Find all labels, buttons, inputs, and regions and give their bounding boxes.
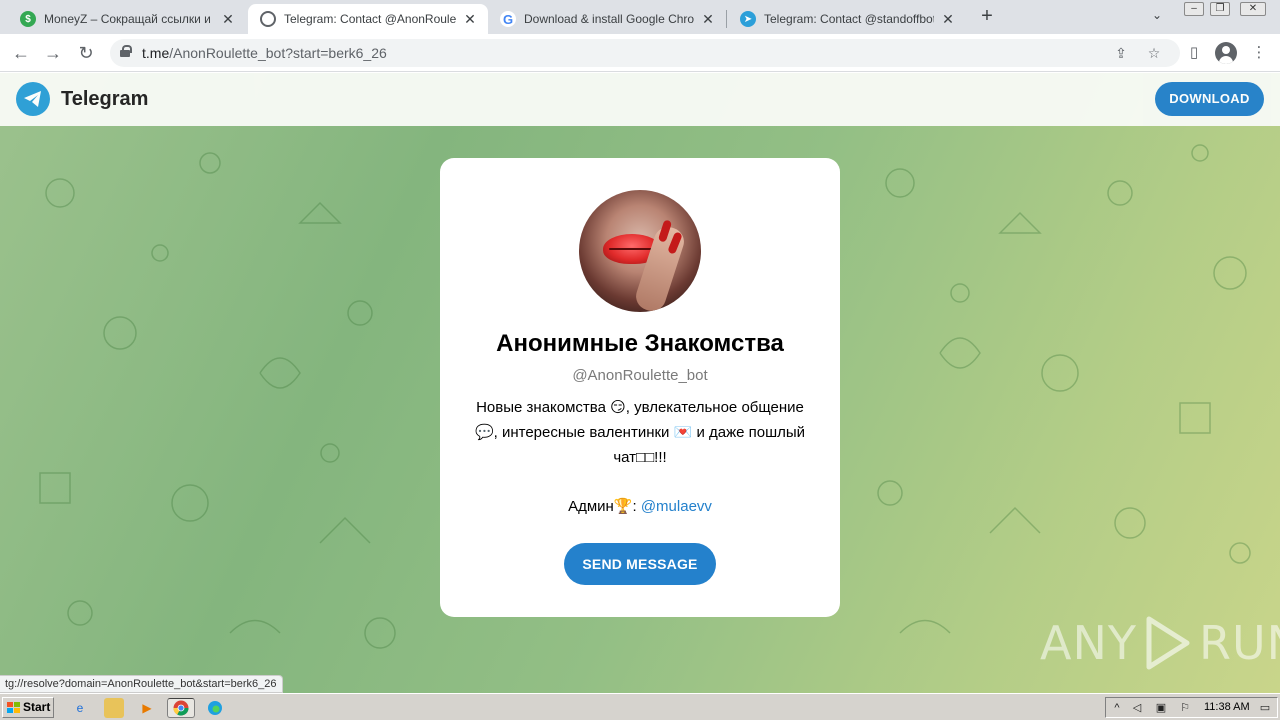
- network-icon[interactable]: ▣: [1154, 701, 1168, 715]
- lock-icon[interactable]: [120, 45, 132, 57]
- side-panel-icon[interactable]: ▯: [1183, 42, 1205, 64]
- bot-avatar: [579, 190, 701, 312]
- close-icon[interactable]: ✕: [462, 11, 478, 27]
- chrome-taskbar-icon[interactable]: [167, 698, 195, 718]
- close-window-button[interactable]: ✕: [1240, 2, 1266, 16]
- tab-title: MoneyZ – Сокращай ссылки и зарабатывай: [44, 12, 214, 26]
- browser-tab-strip: $ MoneyZ – Сокращай ссылки и зарабатывай…: [0, 0, 1280, 34]
- tab-title: Telegram: Contact @standoffbot: [764, 12, 934, 26]
- media-player-icon[interactable]: ▶: [137, 698, 157, 718]
- tab-moneyz[interactable]: $ MoneyZ – Сокращай ссылки и зарабатывай…: [8, 4, 246, 34]
- tab-title: Download & install Google Chrome - Googl…: [524, 12, 694, 26]
- address-bar[interactable]: t.me/AnonRoulette_bot?start=berk6_26 ⇪ ☆: [110, 39, 1180, 67]
- admin-link[interactable]: @mulaevv: [641, 498, 712, 515]
- bot-title: Анонимные Знакомства: [496, 330, 784, 357]
- windows-logo-icon: [7, 702, 20, 713]
- show-desktop-icon[interactable]: ▭: [1258, 701, 1272, 715]
- minimize-window-button[interactable]: –: [1184, 2, 1204, 16]
- start-button[interactable]: Start: [2, 697, 54, 718]
- download-button[interactable]: DOWNLOAD: [1155, 82, 1264, 116]
- tab-chrome-help[interactable]: G Download & install Google Chrome - Goo…: [488, 4, 726, 34]
- anyrun-watermark: ANY RUN: [1040, 616, 1280, 670]
- close-icon[interactable]: ✕: [700, 11, 716, 27]
- tab-separator: [726, 10, 727, 28]
- description-line: Новые знакомства 😏, увлекательное общени…: [476, 399, 804, 416]
- bot-description: Новые знакомства 😏, увлекательное общени…: [460, 395, 820, 470]
- tab-search-chevron-icon[interactable]: ⌄: [1152, 8, 1162, 22]
- google-icon: G: [500, 11, 516, 27]
- description-line: чат□□!!!: [613, 449, 667, 466]
- profile-avatar-icon[interactable]: [1215, 42, 1237, 64]
- contact-card: Анонимные Знакомства @AnonRoulette_bot Н…: [440, 158, 840, 617]
- url-text[interactable]: t.me/AnonRoulette_bot?start=berk6_26: [142, 45, 387, 61]
- tab-standoffbot[interactable]: ➤ Telegram: Contact @standoffbot ✕: [728, 4, 966, 34]
- send-message-button[interactable]: SEND MESSAGE: [564, 543, 716, 585]
- telegram-brand-text[interactable]: Telegram: [61, 88, 148, 111]
- tray-expand-icon[interactable]: ^: [1110, 701, 1124, 715]
- volume-icon[interactable]: ◁: [1130, 701, 1144, 715]
- reload-icon[interactable]: ↻: [75, 42, 97, 64]
- restore-window-button[interactable]: ❐: [1210, 2, 1230, 16]
- close-icon[interactable]: ✕: [220, 11, 236, 27]
- moneyz-icon: $: [20, 11, 36, 27]
- share-icon[interactable]: ⇪: [1112, 44, 1130, 62]
- telegram-logo-icon[interactable]: [16, 82, 50, 116]
- system-tray: ^ ◁ ▣ ⚐ 11:38 AM ▭: [1105, 697, 1278, 718]
- description-line: 💬, интересные валентинки 💌 и даже пошлый: [474, 424, 806, 441]
- play-logo-icon: [1146, 616, 1190, 670]
- edge-icon[interactable]: [205, 698, 225, 718]
- link-status-url: tg://resolve?domain=AnonRoulette_bot&sta…: [0, 675, 283, 693]
- browser-toolbar: ← → ↻ t.me/AnonRoulette_bot?start=berk6_…: [0, 34, 1280, 72]
- telegram-page: Telegram DOWNLOAD Анонимные Знакомства @…: [0, 73, 1280, 693]
- clock[interactable]: 11:38 AM: [1204, 701, 1250, 713]
- new-tab-button[interactable]: +: [977, 6, 997, 26]
- admin-line: Админ🏆: @mulaevv: [440, 497, 840, 515]
- bookmark-star-icon[interactable]: ☆: [1145, 44, 1163, 62]
- back-arrow-icon[interactable]: ←: [10, 42, 32, 64]
- telegram-icon: ➤: [740, 11, 756, 27]
- forward-arrow-icon[interactable]: →: [42, 42, 64, 64]
- lips-line-image-part: [609, 248, 655, 250]
- telegram-header: Telegram DOWNLOAD: [0, 73, 1280, 126]
- admin-prefix: Админ🏆:: [568, 498, 641, 515]
- bot-username: @AnonRoulette_bot: [572, 367, 708, 384]
- internet-explorer-icon[interactable]: e: [70, 698, 90, 718]
- action-center-flag-icon[interactable]: ⚐: [1178, 701, 1192, 715]
- windows-taskbar: Start e ▶ ^ ◁ ▣ ⚐ 11:38 AM ▭: [0, 693, 1280, 720]
- globe-icon: [260, 11, 276, 27]
- menu-dots-icon[interactable]: ⋮: [1248, 42, 1270, 64]
- close-icon[interactable]: ✕: [940, 11, 956, 27]
- tab-title: Telegram: Contact @AnonRoulette_bot: [284, 12, 456, 26]
- tab-anonroulette[interactable]: Telegram: Contact @AnonRoulette_bot ✕: [248, 4, 488, 34]
- file-explorer-icon[interactable]: [104, 698, 124, 718]
